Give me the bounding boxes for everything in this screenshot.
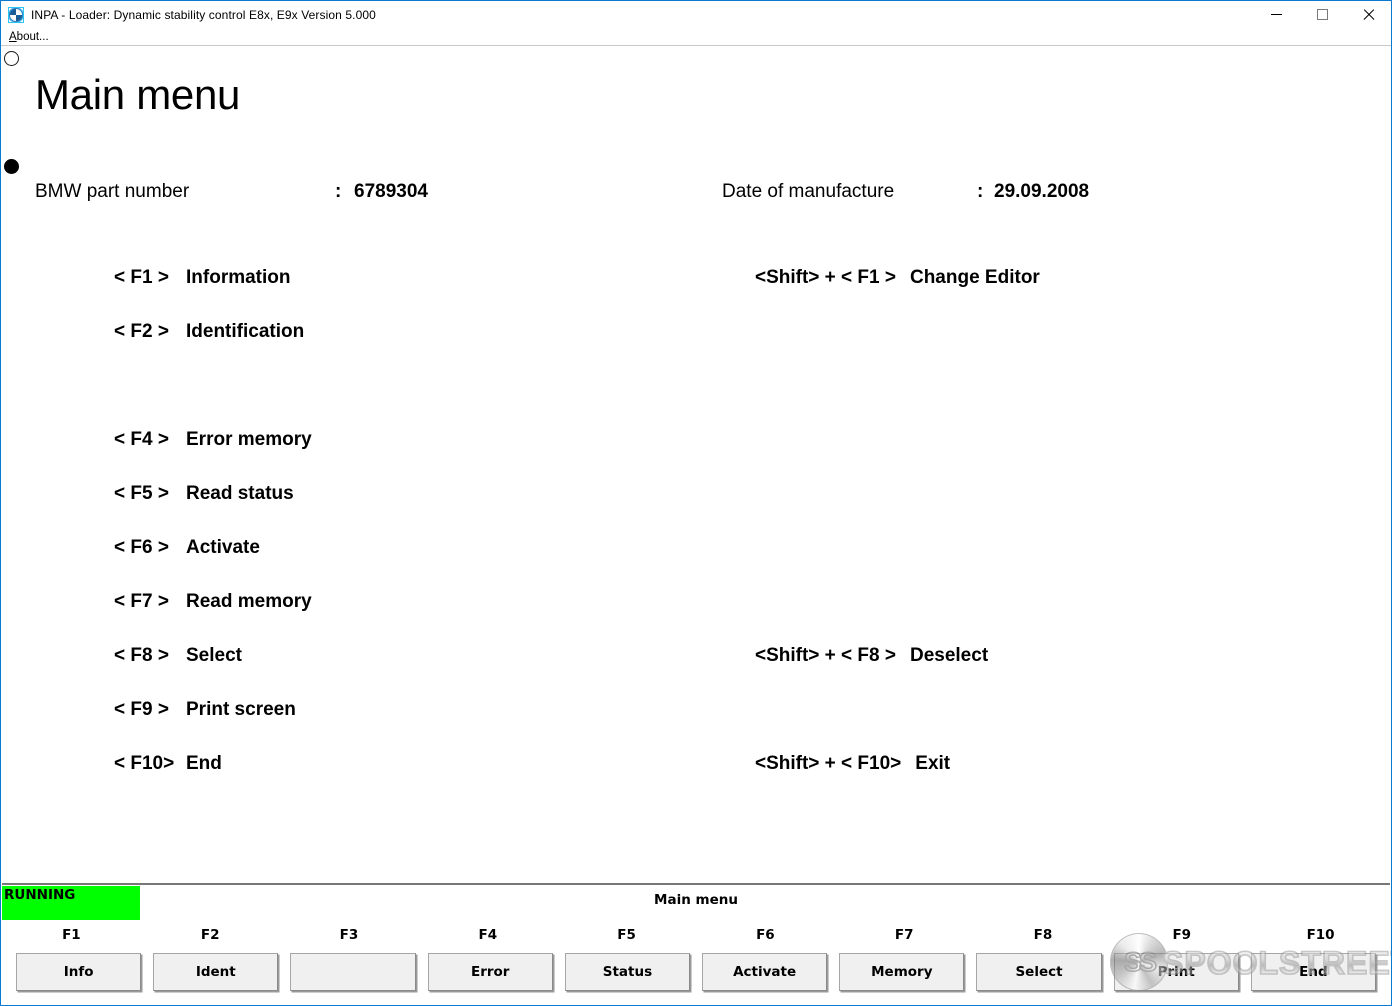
- menu-entry-end[interactable]: < F10> End: [114, 753, 222, 775]
- fkey-label-f7: F7: [894, 927, 914, 943]
- status-strip: RUNNING Main menu: [2, 885, 1390, 921]
- fkey-button-f9[interactable]: Print: [1113, 953, 1239, 991]
- menu-entry-label: Error memory: [186, 429, 312, 450]
- menu-entry-key: < F8 >: [114, 645, 169, 666]
- menu-entry-key: < F10>: [114, 753, 175, 774]
- menu-accel-a: A: [9, 30, 17, 43]
- menu-entry-label: Read memory: [186, 591, 312, 612]
- fkey-button-f4[interactable]: Error: [427, 953, 553, 991]
- menu-entry-key: < F7 >: [114, 591, 169, 612]
- menu-entry-key: <Shift> + < F10>: [755, 753, 902, 774]
- fkey-button-slot-f3: [284, 953, 421, 997]
- fkey-button-f7[interactable]: Memory: [839, 953, 965, 991]
- fkey-button-f8[interactable]: Select: [976, 953, 1102, 991]
- menu-entry-key: < F2 >: [114, 321, 169, 342]
- bmw-logo-icon: [8, 6, 24, 23]
- fkey-label-f2: F2: [200, 927, 220, 943]
- menu-item-about[interactable]: About...: [5, 31, 53, 43]
- fkey-label-f3: F3: [339, 927, 359, 943]
- menu-entry-key: < F5 >: [114, 483, 169, 504]
- fkey-button-slot-f5: Status: [559, 953, 696, 997]
- close-icon: [1362, 8, 1375, 21]
- menu-entry-key: < F1 >: [114, 267, 169, 288]
- window-controls: [1253, 1, 1391, 28]
- fkey-label-f5: F5: [617, 927, 636, 943]
- fkey-button-slot-f9: Print: [1108, 953, 1245, 997]
- fkey-button-slot-f6: Activate: [696, 953, 833, 997]
- menu-entry-label: Exit: [915, 753, 951, 774]
- fkey-label-f4: F4: [478, 927, 498, 943]
- menu-entry-key: <Shift> + < F8 >: [755, 645, 896, 666]
- maximize-icon: [1316, 9, 1328, 20]
- window-titlebar[interactable]: INPA - Loader: Dynamic stability control…: [1, 1, 1391, 28]
- window-title: INPA - Loader: Dynamic stability control…: [31, 7, 376, 22]
- menu-entry-key: < F6 >: [114, 537, 169, 558]
- menu-entries: < F1 > Information < F2 > Identification < F…: [2, 47, 1390, 883]
- close-button[interactable]: [1345, 1, 1391, 28]
- menu-entry-shift-exit[interactable]: <Shift> + < F10> Exit: [755, 753, 950, 775]
- fkey-label-f6: F6: [756, 927, 775, 943]
- menu-entry-shift-change-editor[interactable]: <Shift> + < F1 > Change Editor: [755, 267, 1040, 289]
- fkey-label-row: F1 F2 F3 F4 F5 F6 F7 F8 F9 F10: [2, 927, 1390, 947]
- minimize-icon: [1270, 14, 1282, 15]
- fkey-button-slot-f4: Error: [422, 953, 559, 997]
- fkey-button-slot-f8: Select: [970, 953, 1107, 997]
- fkey-button-f10[interactable]: End: [1250, 953, 1377, 991]
- menu-entry-read-status[interactable]: < F5 > Read status: [114, 483, 294, 505]
- menu-entry-activate[interactable]: < F6 > Activate: [114, 537, 260, 559]
- fkey-button-slot-f2: Ident: [147, 953, 284, 997]
- inpa-loader-window: INPA - Loader: Dynamic stability control…: [0, 0, 1392, 1006]
- fkey-button-slot-f10: End: [1245, 953, 1382, 997]
- menu-entry-label: Identification: [186, 321, 305, 342]
- fkey-button-slot-f7: Memory: [833, 953, 970, 997]
- menu-entry-key: < F4 >: [114, 429, 169, 450]
- menu-entry-label: End: [186, 753, 222, 774]
- footer-bar: RUNNING Main menu F1 F2 F3 F4 F5 F6 F7 F8 F9 F10 …: [2, 883, 1390, 1005]
- fkey-button-f6[interactable]: Activate: [702, 953, 828, 991]
- fkey-button-f2[interactable]: Ident: [153, 953, 279, 991]
- fkey-button-slot-f1: Info: [10, 953, 147, 997]
- menu-entry-error-memory[interactable]: < F4 > Error memory: [114, 429, 312, 451]
- menu-entry-label: Select: [186, 645, 242, 666]
- fkey-label-f1: F1: [62, 927, 81, 943]
- menu-entry-select[interactable]: < F8 > Select: [114, 645, 242, 667]
- fkey-button-f5[interactable]: Status: [564, 953, 691, 991]
- menu-entry-shift-deselect[interactable]: <Shift> + < F8 > Deselect: [755, 645, 988, 667]
- menu-entry-print-screen[interactable]: < F9 > Print screen: [114, 699, 296, 721]
- fkey-button-f1[interactable]: Info: [16, 953, 142, 991]
- fkey-label-f8: F8: [1033, 927, 1053, 943]
- menu-item-about-rest: bout...: [16, 30, 49, 43]
- menu-entry-label: Deselect: [909, 645, 989, 666]
- status-center-label: Main menu: [654, 892, 738, 908]
- menu-entry-read-memory[interactable]: < F7 > Read memory: [114, 591, 312, 613]
- client-area: Main menu BMW part number : 6789304 Date…: [2, 47, 1390, 883]
- fkey-button-row: Info Ident Error Status Activate Memory Select…: [2, 953, 1390, 997]
- menu-entry-label: Activate: [186, 537, 260, 558]
- menu-entry-label: Read status: [186, 483, 294, 504]
- fkey-label-f10: F10: [1306, 927, 1335, 943]
- menu-entry-key: < F9 >: [114, 699, 169, 720]
- fkey-button-f3[interactable]: [290, 953, 416, 991]
- menu-entry-identification[interactable]: < F2 > Identification: [114, 321, 304, 343]
- maximize-button[interactable]: [1299, 1, 1345, 28]
- menu-entry-key: <Shift> + < F1 >: [755, 267, 896, 288]
- menu-entry-label: Print screen: [186, 699, 296, 720]
- menu-entry-label: Change Editor: [909, 267, 1040, 288]
- fkey-label-f9: F9: [1172, 927, 1192, 943]
- menu-entry-information[interactable]: < F1 > Information: [114, 267, 291, 289]
- minimize-button[interactable]: [1253, 1, 1299, 28]
- menu-bar: About...: [1, 28, 1391, 46]
- menu-entry-label: Information: [186, 267, 291, 288]
